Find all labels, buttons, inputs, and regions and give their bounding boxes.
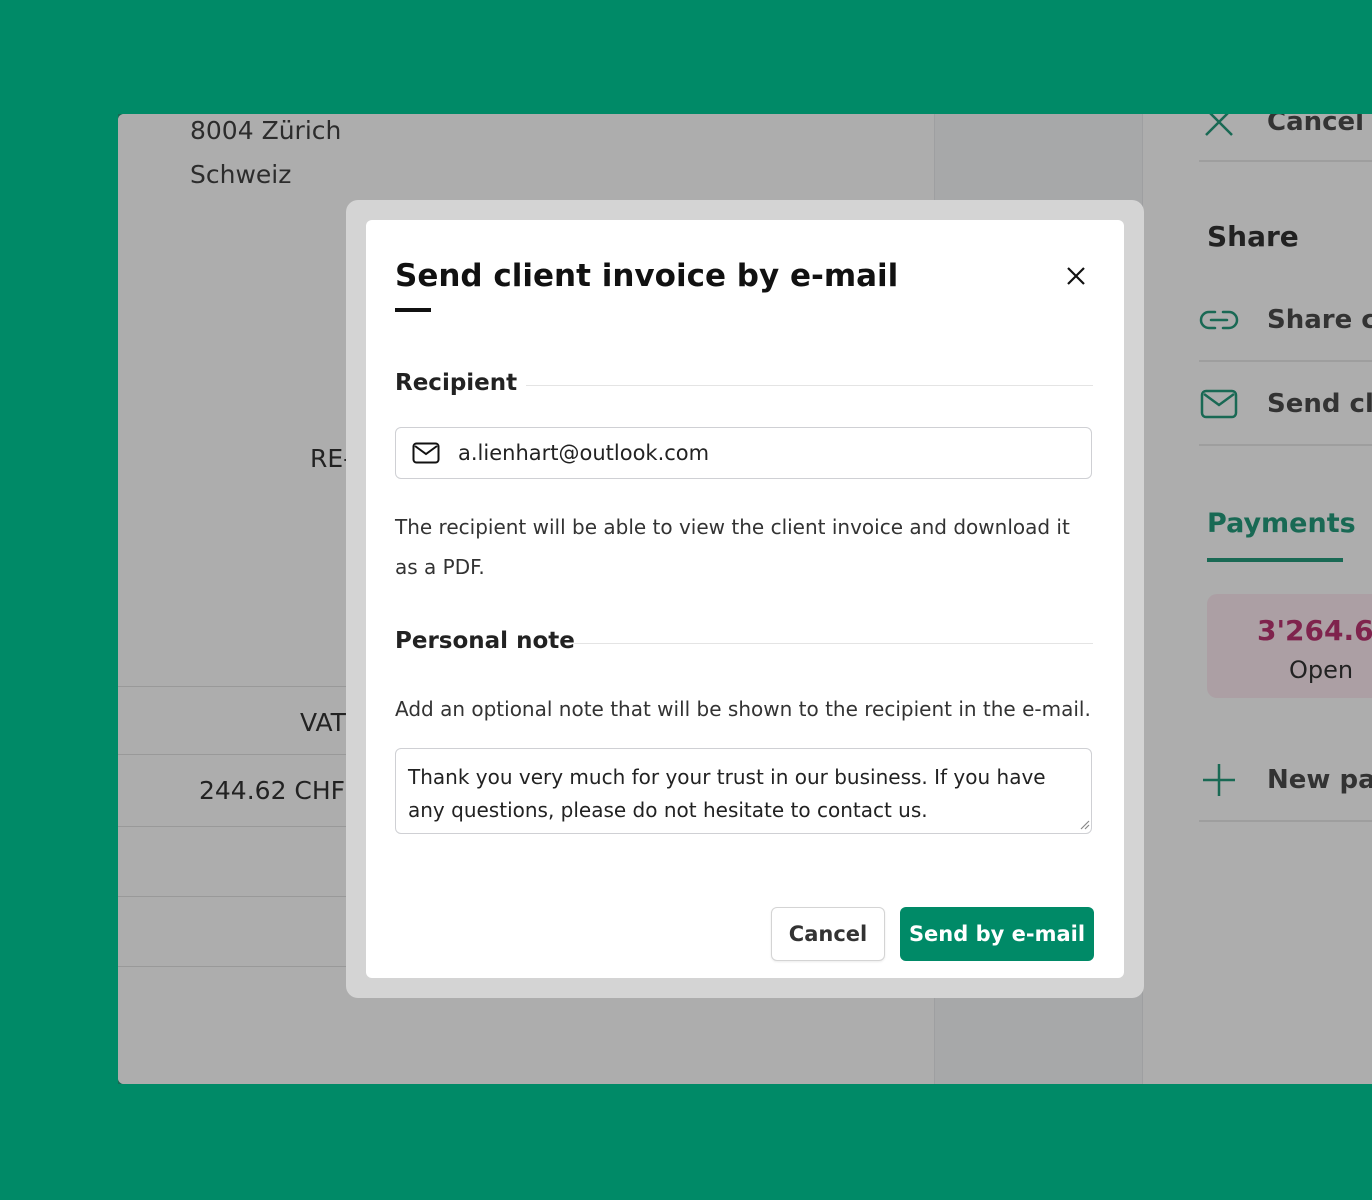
modal-overlay: Send client invoice by e-mail Recipient … (0, 0, 1372, 1200)
section-divider (526, 385, 1093, 386)
personal-note-section-label: Personal note (395, 628, 575, 654)
title-accent-underline (395, 308, 431, 312)
modal-frame: Send client invoice by e-mail Recipient … (346, 200, 1144, 998)
recipient-email-field[interactable] (395, 427, 1092, 479)
resize-handle-icon[interactable] (1078, 818, 1090, 830)
personal-note-textarea[interactable]: Thank you very much for your trust in ou… (395, 748, 1092, 834)
send-invoice-dialog: Send client invoice by e-mail Recipient … (366, 220, 1124, 978)
mail-icon (412, 441, 442, 465)
cancel-button[interactable]: Cancel (771, 907, 885, 961)
dialog-title: Send client invoice by e-mail (395, 258, 899, 294)
recipient-section-label: Recipient (395, 370, 518, 396)
recipient-help-text: The recipient will be able to view the c… (395, 515, 1070, 579)
send-by-email-button[interactable]: Send by e-mail (900, 907, 1094, 961)
recipient-email-input[interactable] (458, 441, 1058, 465)
section-divider (574, 643, 1093, 644)
close-icon (1067, 267, 1085, 285)
personal-note-help-text: Add an optional note that will be shown … (395, 697, 1091, 721)
close-dialog-button[interactable] (1060, 260, 1092, 292)
